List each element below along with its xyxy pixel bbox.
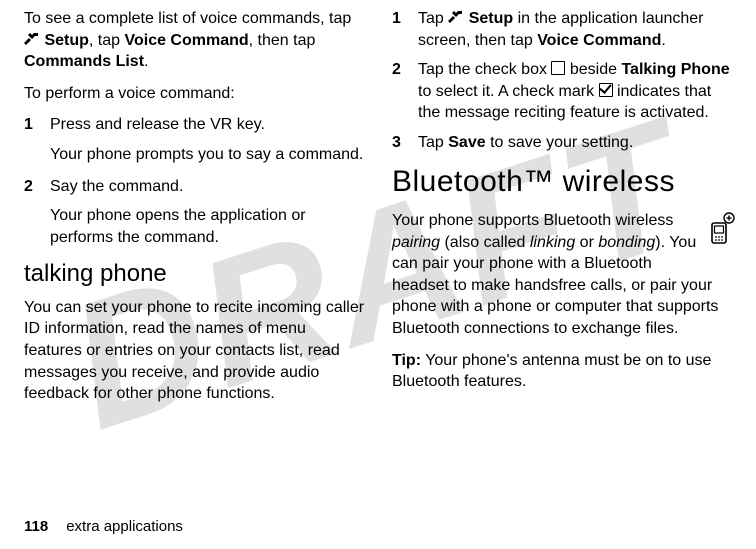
- intro-commands-list: To see a complete list of voice commands…: [24, 8, 368, 73]
- page-content: To see a complete list of voice commands…: [0, 0, 756, 505]
- step-number: 3: [392, 132, 418, 154]
- bluetooth-tip: Tip: Your phone's antenna must be on to …: [392, 350, 736, 393]
- bluetooth-paragraph: Your phone supports Bluetooth wireless p…: [392, 210, 736, 340]
- tip-body: Your phone's antenna must be on to use B…: [392, 352, 711, 391]
- left-step-2-sub: Your phone opens the application or perf…: [50, 205, 368, 248]
- text: Tap the check box: [418, 61, 551, 78]
- step-text: Tap Setup in the application launcher sc…: [418, 8, 736, 51]
- text: Your phone supports Bluetooth wireless: [392, 212, 673, 229]
- page-number: 118: [24, 518, 48, 535]
- step-number: 1: [24, 114, 50, 136]
- step-text: Tap Save to save your setting.: [418, 132, 736, 154]
- save-label: Save: [448, 134, 485, 151]
- bluetooth-icon: [706, 212, 736, 253]
- step-number: 2: [24, 176, 50, 198]
- text: .: [661, 32, 665, 49]
- page-footer: 118 extra applications: [24, 518, 183, 535]
- checkbox-checked-icon: [599, 83, 613, 97]
- step-text: Say the command.: [50, 176, 368, 198]
- talking-phone-label: Talking Phone: [621, 61, 729, 78]
- talking-phone-heading: talking phone: [24, 258, 368, 290]
- step-text: Press and release the VR key.: [50, 114, 368, 136]
- voice-command-label: Voice Command: [124, 32, 248, 49]
- text: to select it. A check mark: [418, 83, 599, 100]
- right-step-1: 1 Tap Setup in the application launcher …: [392, 8, 736, 51]
- right-step-2: 2 Tap the check box beside Talking Phone…: [392, 59, 736, 124]
- setup-icon: [24, 32, 40, 49]
- text: , tap: [89, 32, 125, 49]
- checkbox-empty-icon: [551, 61, 565, 75]
- setup-label: Setup: [44, 32, 88, 49]
- text: to save your setting.: [486, 134, 634, 151]
- talking-phone-paragraph: You can set your phone to recite incomin…: [24, 297, 368, 405]
- text: Tap: [418, 134, 448, 151]
- perform-intro: To perform a voice command:: [24, 83, 368, 105]
- commands-list-label: Commands List: [24, 53, 144, 70]
- text: (also called: [440, 234, 530, 251]
- text: beside: [565, 61, 621, 78]
- pairing-term: pairing: [392, 234, 440, 251]
- voice-command-label: Voice Command: [537, 32, 661, 49]
- tip-label: Tip:: [392, 352, 421, 369]
- text: Tap: [418, 10, 448, 27]
- left-step-1-sub: Your phone prompts you to say a command.: [50, 144, 368, 166]
- section-name: extra applications: [66, 518, 183, 535]
- text: , then tap: [249, 32, 316, 49]
- linking-term: linking: [530, 234, 575, 251]
- text: To see a complete list of voice commands…: [24, 10, 351, 27]
- step-text: Tap the check box beside Talking Phone t…: [418, 59, 736, 124]
- step-number: 2: [392, 59, 418, 124]
- text: or: [575, 234, 598, 251]
- bluetooth-heading: Bluetooth™ wireless: [392, 162, 736, 203]
- step-number: 1: [392, 8, 418, 51]
- right-column: 1 Tap Setup in the application launcher …: [392, 8, 736, 489]
- setup-icon: [448, 10, 464, 27]
- left-step-2: 2 Say the command.: [24, 176, 368, 198]
- right-step-3: 3 Tap Save to save your setting.: [392, 132, 736, 154]
- bonding-term: bonding: [598, 234, 655, 251]
- left-column: To see a complete list of voice commands…: [24, 8, 368, 489]
- text: .: [144, 53, 148, 70]
- left-step-1: 1 Press and release the VR key.: [24, 114, 368, 136]
- setup-label: Setup: [469, 10, 513, 27]
